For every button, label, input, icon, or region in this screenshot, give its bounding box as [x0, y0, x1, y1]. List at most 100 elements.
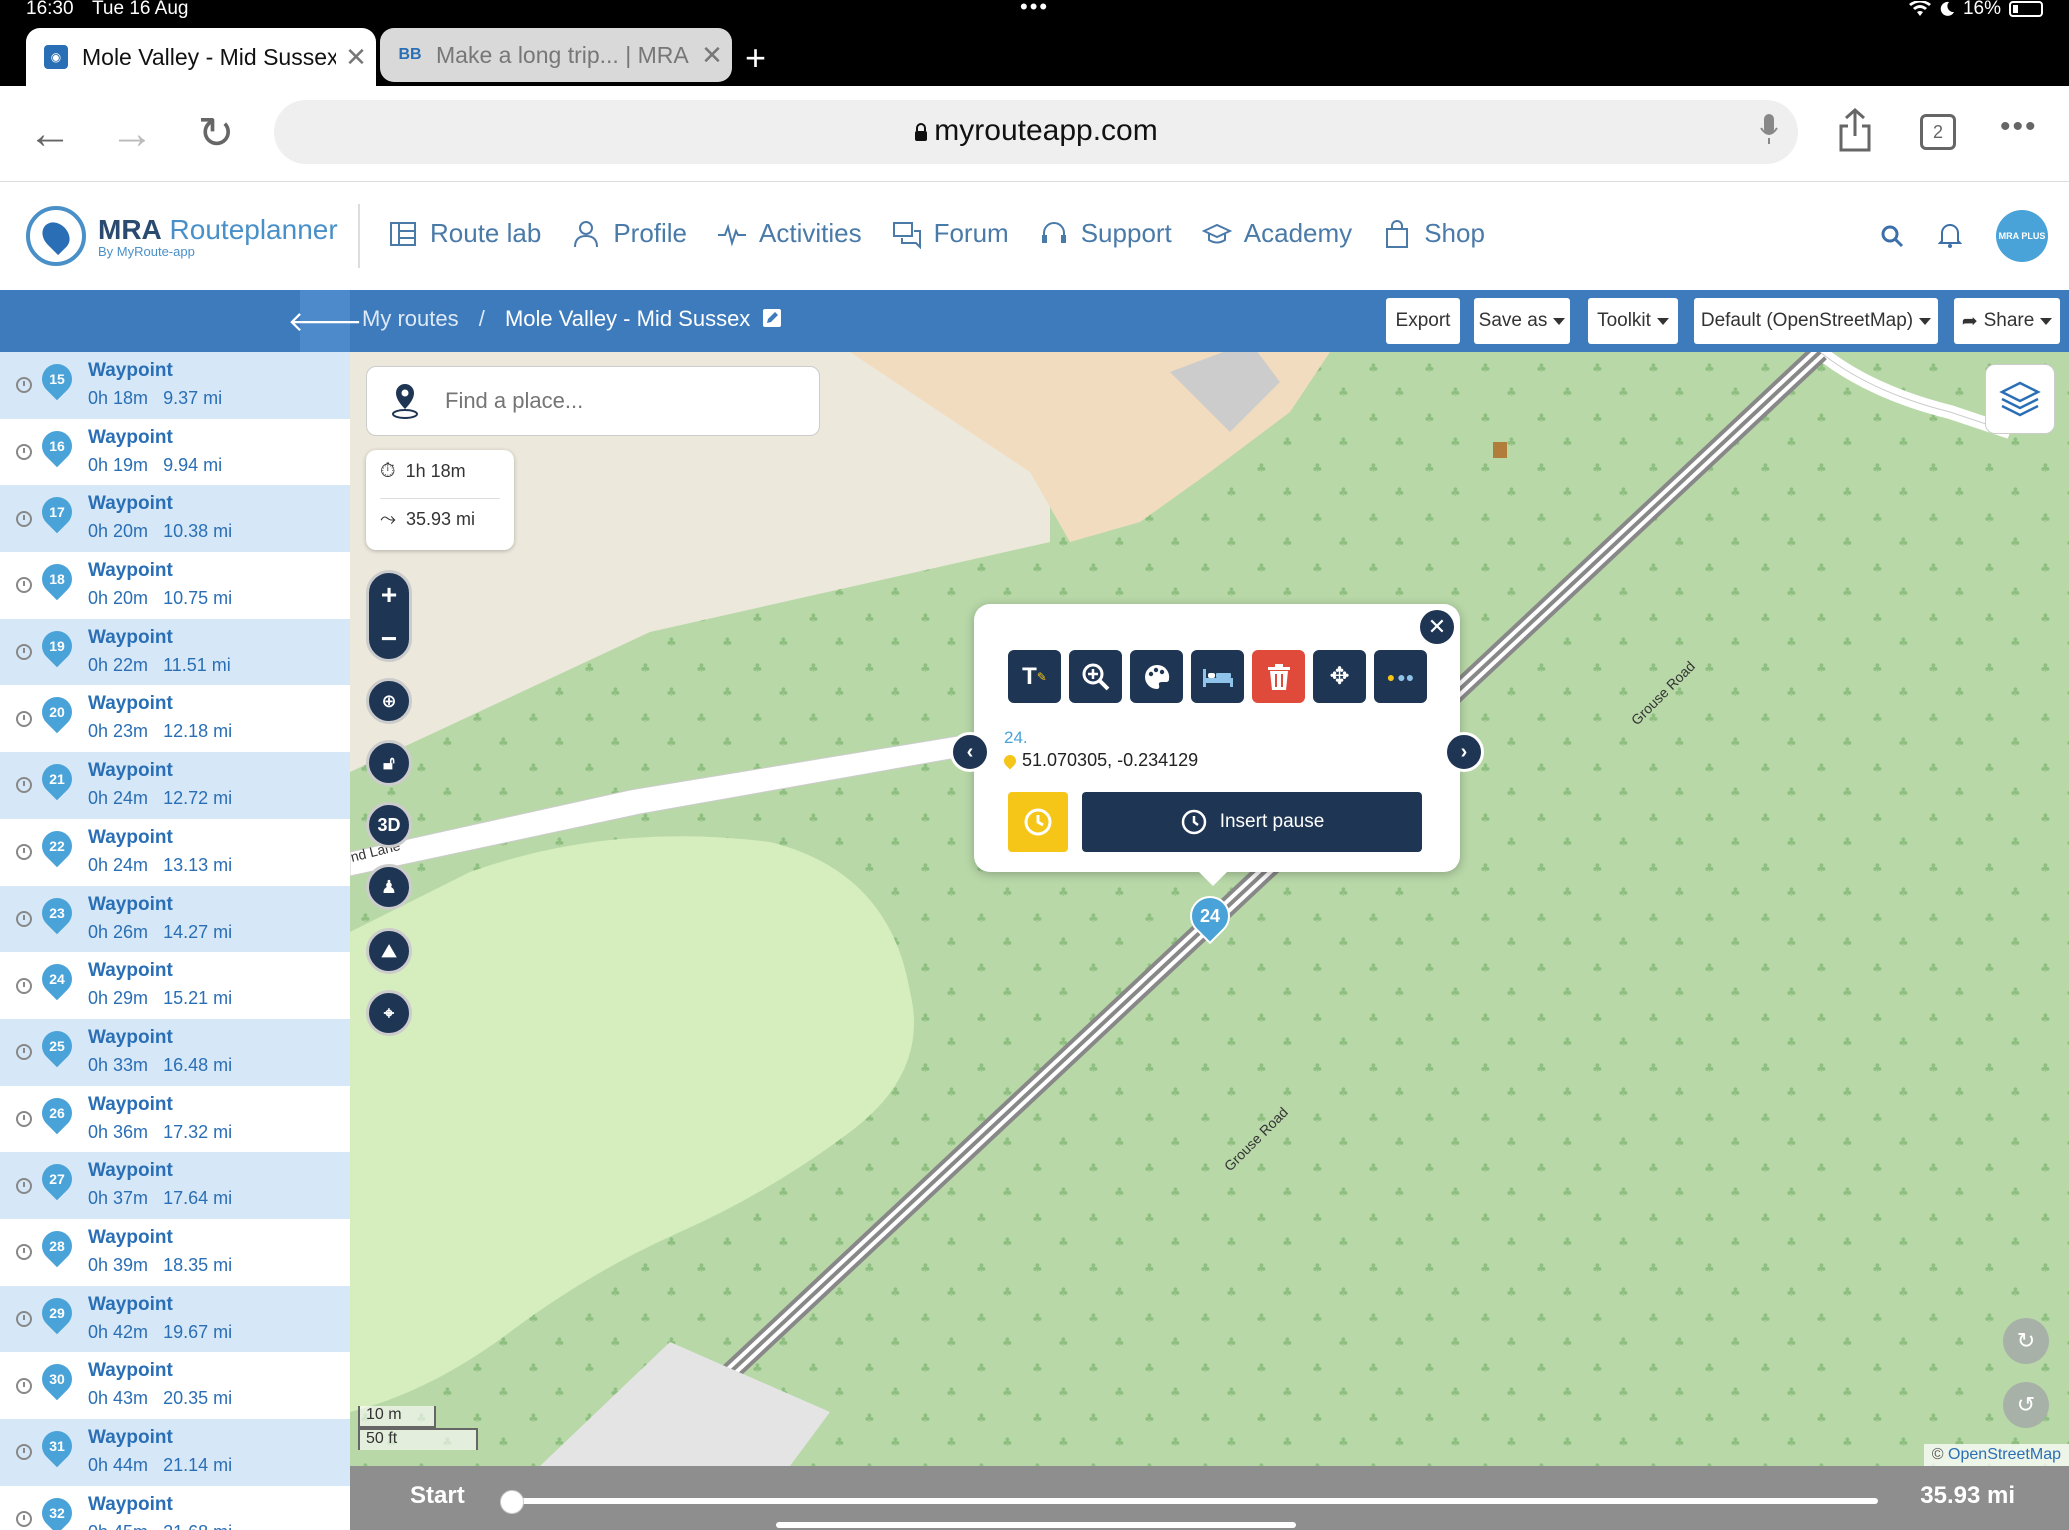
- pause-clock-icon[interactable]: [16, 1244, 32, 1261]
- url-field[interactable]: myrouteapp.com: [274, 100, 1798, 164]
- osm-attribution-link[interactable]: OpenStreetMap: [1948, 1446, 2061, 1463]
- unlock-icon[interactable]: 🔓︎: [366, 740, 412, 786]
- nav-shop[interactable]: Shop: [1382, 218, 1485, 249]
- list-item[interactable]: 19 Waypoint 0h 22m 11.51 mi: [0, 618, 350, 686]
- pause-clock-icon[interactable]: [16, 710, 32, 727]
- list-item[interactable]: 32 Waypoint 0h 45m 21.68 mi: [0, 1486, 350, 1530]
- pause-clock-icon[interactable]: [16, 977, 32, 994]
- pause-clock-icon[interactable]: [16, 1444, 32, 1461]
- browser-tab-inactive[interactable]: BB Make a long trip... | MRA ✕: [380, 28, 732, 82]
- tab-close-icon[interactable]: ✕: [692, 40, 732, 71]
- trash-delete-icon[interactable]: [1252, 650, 1305, 703]
- home-indicator[interactable]: [776, 1522, 1296, 1528]
- bed-overnight-icon[interactable]: [1191, 650, 1244, 703]
- toolkit-button[interactable]: Toolkit: [1588, 298, 1678, 344]
- rotate-clockwise-icon[interactable]: ↻: [2003, 1318, 2049, 1364]
- search-input[interactable]: [445, 388, 765, 414]
- share-button[interactable]: ➦ Share: [1954, 298, 2060, 344]
- street-view-pegman-icon[interactable]: ♟: [366, 864, 412, 910]
- microphone-icon[interactable]: [1760, 114, 1778, 146]
- tabs-count-button[interactable]: 2: [1920, 114, 1956, 150]
- pause-clock-icon[interactable]: [16, 1310, 32, 1327]
- palette-icon[interactable]: [1130, 650, 1183, 703]
- search-icon[interactable]: [1880, 224, 1904, 248]
- back-arrow-icon[interactable]: ←: [22, 106, 78, 162]
- locate-crosshair-icon[interactable]: ⌖: [366, 990, 412, 1036]
- close-popup-icon[interactable]: ✕: [1420, 610, 1454, 644]
- list-item[interactable]: 31 Waypoint 0h 44m 21.14 mi: [0, 1419, 350, 1486]
- list-item[interactable]: 29 Waypoint 0h 42m 19.67 mi: [0, 1285, 350, 1353]
- export-button[interactable]: Export: [1386, 298, 1460, 344]
- collapse-sidebar-arrow-icon[interactable]: 🡐: [287, 290, 363, 352]
- tab-close-icon[interactable]: ✕: [336, 42, 376, 73]
- nav-route-lab[interactable]: Route lab: [388, 218, 541, 249]
- pause-clock-icon[interactable]: [16, 1044, 32, 1061]
- nav-forum[interactable]: Forum: [892, 218, 1009, 249]
- next-waypoint-icon[interactable]: ›: [1444, 732, 1484, 772]
- new-tab-icon[interactable]: +: [745, 40, 766, 76]
- browser-tab-active[interactable]: ◉ Mole Valley - Mid Sussex ✕: [26, 28, 376, 86]
- forward-arrow-icon[interactable]: →: [104, 106, 160, 162]
- pause-clock-icon[interactable]: [16, 910, 32, 927]
- insert-pause-button[interactable]: Insert pause: [1082, 792, 1422, 852]
- share-icon[interactable]: [1838, 108, 1872, 152]
- save-as-button[interactable]: Save as: [1474, 298, 1570, 344]
- breadcrumb-my-routes[interactable]: My routes: [362, 306, 459, 331]
- edit-icon[interactable]: [762, 308, 782, 328]
- pause-clock-icon[interactable]: [16, 644, 32, 661]
- list-item[interactable]: 25 Waypoint 0h 33m 16.48 mi: [0, 1018, 350, 1086]
- pause-timer-button[interactable]: [1008, 792, 1068, 852]
- list-item[interactable]: 27 Waypoint 0h 37m 17.64 mi: [0, 1152, 350, 1219]
- reload-icon[interactable]: ↻: [188, 106, 244, 162]
- move-arrows-icon[interactable]: ✥: [1313, 650, 1366, 703]
- pause-clock-icon[interactable]: [16, 444, 32, 461]
- list-item[interactable]: 30 Waypoint 0h 43m 20.35 mi: [0, 1352, 350, 1419]
- pause-clock-icon[interactable]: [16, 844, 32, 861]
- list-item[interactable]: 17 Waypoint 0h 20m 10.38 mi: [0, 485, 350, 553]
- timeline-track[interactable]: [512, 1498, 1878, 1504]
- bell-icon[interactable]: [1938, 222, 1962, 248]
- pause-clock-icon[interactable]: [16, 577, 32, 594]
- list-item[interactable]: 26 Waypoint 0h 36m 17.32 mi: [0, 1086, 350, 1153]
- layers-button[interactable]: [1985, 364, 2055, 434]
- list-item[interactable]: 23 Waypoint 0h 26m 14.27 mi: [0, 885, 350, 953]
- add-waypoint-pin-icon[interactable]: ⊕: [366, 678, 412, 724]
- list-item[interactable]: 21 Waypoint 0h 24m 12.72 mi: [0, 752, 350, 819]
- nav-profile[interactable]: Profile: [571, 218, 687, 249]
- place-search[interactable]: [366, 366, 820, 436]
- more-dots-icon[interactable]: ● ●●: [1374, 650, 1427, 703]
- zoom-out-button[interactable]: −: [369, 617, 409, 661]
- timeline-slider-handle[interactable]: [500, 1490, 524, 1514]
- zoom-to-icon[interactable]: [1069, 650, 1122, 703]
- rotate-counterclockwise-icon[interactable]: ↺: [2003, 1382, 2049, 1428]
- nav-support[interactable]: Support: [1039, 218, 1172, 249]
- list-item[interactable]: 18 Waypoint 0h 20m 10.75 mi: [0, 552, 350, 619]
- list-item[interactable]: 22 Waypoint 0h 24m 13.13 mi: [0, 819, 350, 886]
- map-view[interactable]: ♣ ♣ Grouse Road Grouse Road nd Lane: [350, 352, 2069, 1466]
- map-style-dropdown[interactable]: Default (OpenStreetMap): [1694, 298, 1938, 344]
- pause-clock-icon[interactable]: [16, 510, 32, 527]
- list-item[interactable]: 28 Waypoint 0h 39m 18.35 mi: [0, 1219, 350, 1286]
- previous-waypoint-icon[interactable]: ‹: [950, 732, 990, 772]
- pause-clock-icon[interactable]: [16, 777, 32, 794]
- pause-clock-icon[interactable]: [16, 1511, 32, 1528]
- list-item[interactable]: 24 Waypoint 0h 29m 15.21 mi: [0, 952, 350, 1019]
- nav-academy[interactable]: Academy: [1201, 218, 1352, 249]
- list-item[interactable]: 16 Waypoint 0h 19m 9.94 mi: [0, 419, 350, 486]
- more-options-icon[interactable]: •••: [2000, 110, 2038, 144]
- brand-logo[interactable]: MRA Routeplanner By MyRoute-app: [26, 206, 338, 266]
- rename-text-icon[interactable]: T ✎: [1008, 650, 1061, 703]
- list-item[interactable]: 20 Waypoint 0h 23m 12.18 mi: [0, 685, 350, 752]
- pause-clock-icon[interactable]: [16, 377, 32, 394]
- list-item[interactable]: 15 Waypoint 0h 18m 9.37 mi: [0, 352, 350, 419]
- elevation-chart-icon[interactable]: ⛰: [366, 928, 412, 974]
- tab-title: Make a long trip... | MRA: [436, 41, 689, 68]
- multitask-dots-icon[interactable]: •••: [1020, 0, 1049, 20]
- 3d-button[interactable]: 3D: [366, 802, 412, 848]
- pause-clock-icon[interactable]: [16, 1110, 32, 1127]
- pause-clock-icon[interactable]: [16, 1177, 32, 1194]
- zoom-in-button[interactable]: +: [369, 573, 409, 617]
- pause-clock-icon[interactable]: [16, 1377, 32, 1394]
- avatar[interactable]: MRA PLUS: [1996, 210, 2048, 262]
- nav-activities[interactable]: Activities: [717, 218, 862, 249]
